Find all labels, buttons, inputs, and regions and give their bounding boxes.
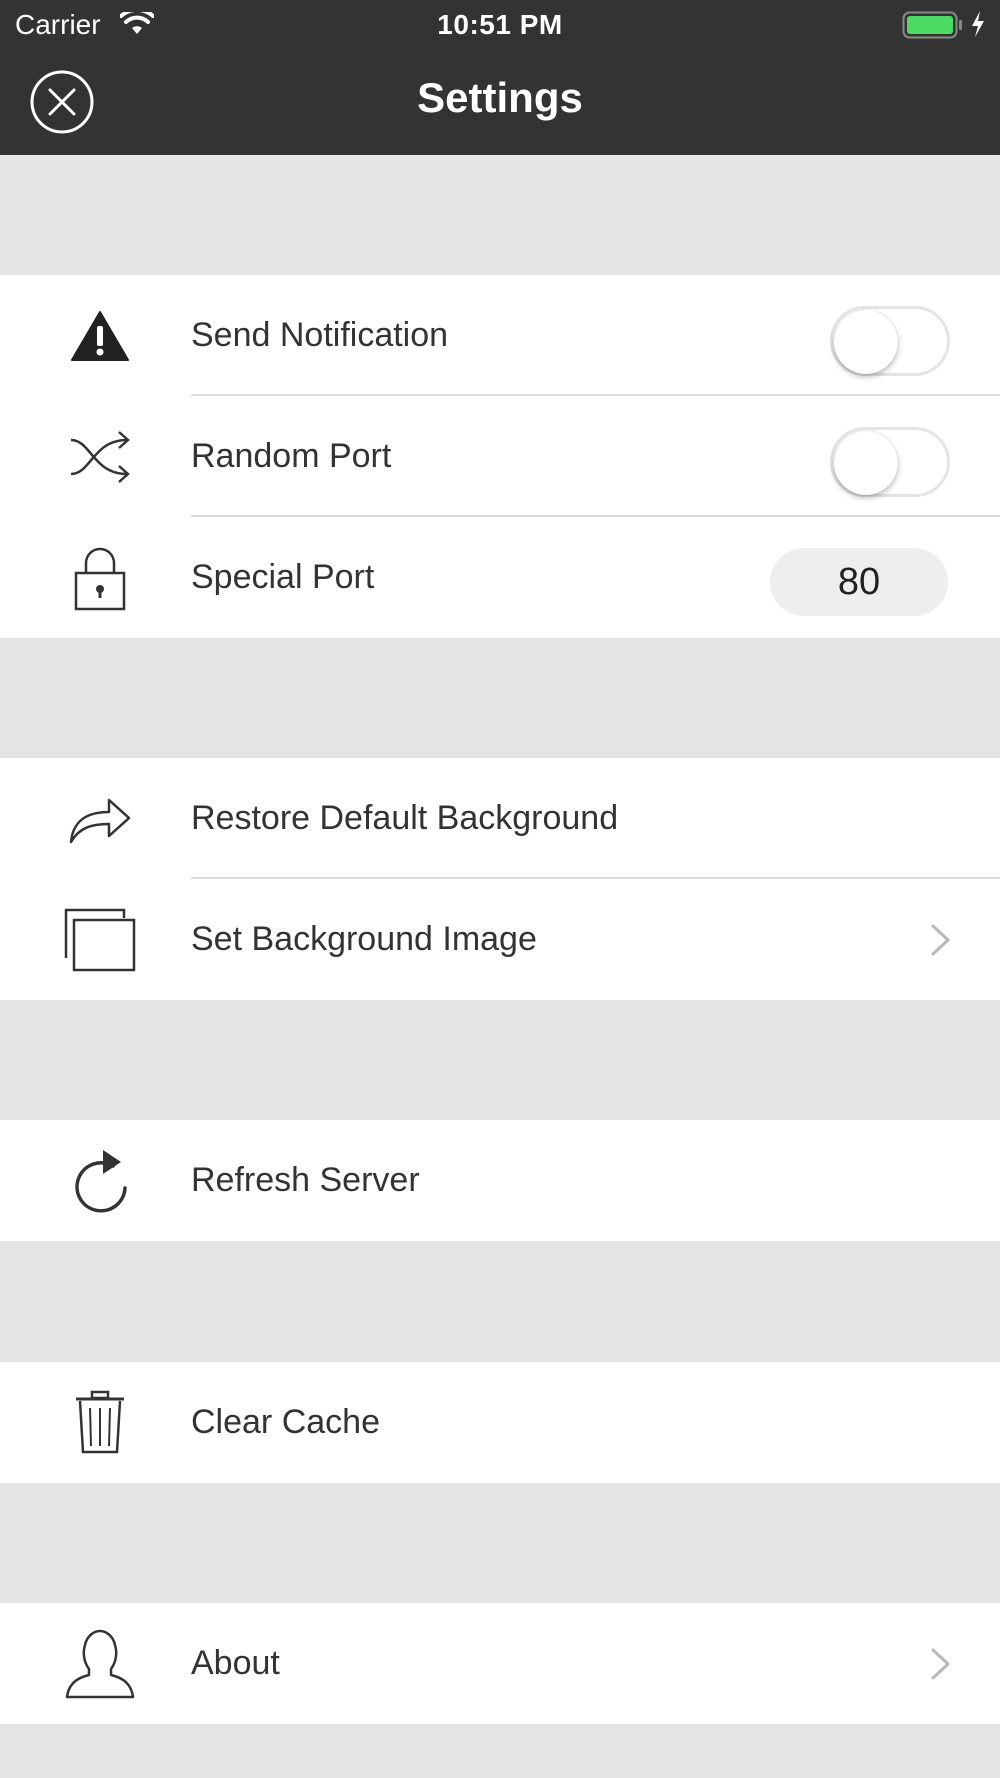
row-set-background-image[interactable]: Set Background Image <box>0 879 1000 1000</box>
trash-icon <box>60 1362 140 1483</box>
chevron-right-icon <box>930 1647 952 1686</box>
chevron-right-icon <box>930 923 952 962</box>
special-port-input[interactable]: 80 <box>770 548 948 616</box>
page-title: Settings <box>417 74 583 121</box>
row-restore-default-background[interactable]: Restore Default Background <box>0 758 1000 879</box>
row-label: Send Notification <box>191 316 449 354</box>
refresh-icon <box>60 1120 140 1241</box>
row-label: Random Port <box>191 437 392 475</box>
row-label: Set Background Image <box>191 920 537 958</box>
settings-group-cache: Clear Cache <box>0 1362 1000 1483</box>
status-bar: Carrier 10:51 PM <box>0 0 1000 50</box>
row-label: Refresh Server <box>191 1161 420 1199</box>
row-random-port: Random Port <box>0 396 1000 517</box>
row-label: Restore Default Background <box>191 799 619 837</box>
share-arrow-icon <box>60 758 140 879</box>
user-icon <box>60 1603 140 1724</box>
row-label: Clear Cache <box>191 1403 380 1441</box>
lock-icon <box>60 517 140 638</box>
navigation-bar: Carrier 10:51 PM Settings <box>0 0 1000 155</box>
row-send-notification: Send Notification <box>0 275 1000 396</box>
row-refresh-server[interactable]: Refresh Server <box>0 1120 1000 1241</box>
toggle-knob <box>834 310 898 374</box>
settings-group-server: Refresh Server <box>0 1120 1000 1241</box>
random-port-toggle[interactable] <box>830 427 950 497</box>
shuffle-icon <box>60 396 140 517</box>
settings-group-network: Send Notification Random Port Special Po… <box>0 275 1000 638</box>
warning-icon <box>60 275 140 396</box>
row-about[interactable]: About <box>0 1603 1000 1724</box>
row-clear-cache[interactable]: Clear Cache <box>0 1362 1000 1483</box>
battery-icon <box>902 11 964 46</box>
send-notification-toggle[interactable] <box>830 306 950 376</box>
charging-icon <box>970 10 986 45</box>
stacked-windows-icon <box>60 879 140 1000</box>
row-special-port: Special Port 80 <box>0 517 1000 638</box>
toggle-knob <box>834 431 898 495</box>
settings-group-background: Restore Default Background Set Backgroun… <box>0 758 1000 1000</box>
settings-group-about: About <box>0 1603 1000 1724</box>
clock: 10:51 PM <box>437 9 563 40</box>
row-label: Special Port <box>191 558 375 596</box>
row-label: About <box>191 1644 280 1682</box>
